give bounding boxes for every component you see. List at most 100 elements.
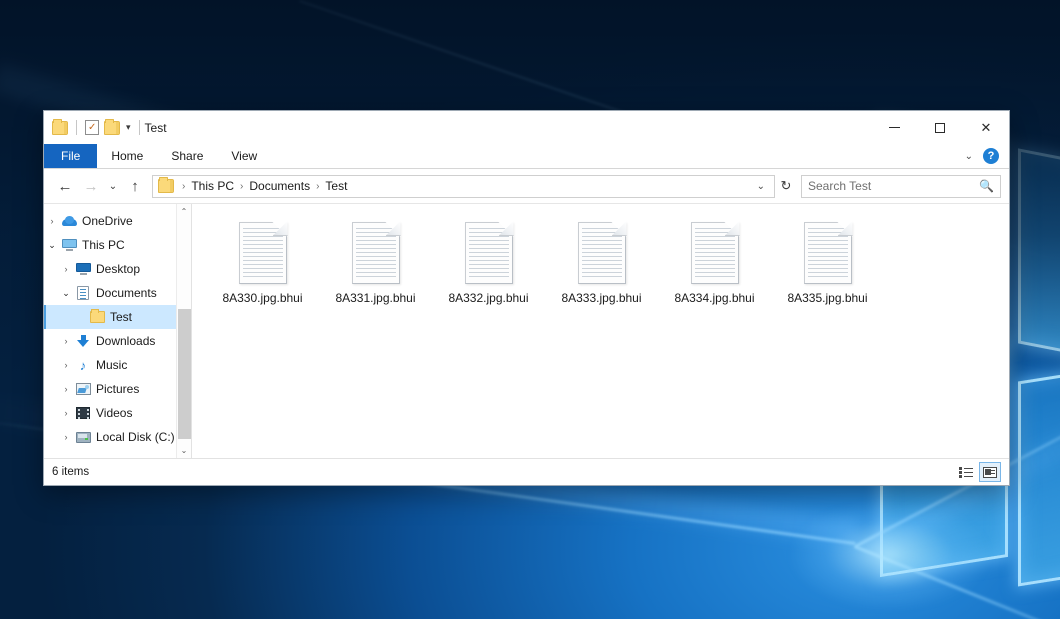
chevron-right-icon[interactable]: › (58, 384, 74, 394)
address-history-chevron-down-icon[interactable]: ⌄ (752, 181, 770, 192)
scrollbar-thumb[interactable] (178, 309, 191, 439)
file-item[interactable]: 8A333.jpg.bhui (545, 218, 658, 305)
film-strip-icon (76, 407, 90, 419)
file-item[interactable]: 8A334.jpg.bhui (658, 218, 771, 305)
expand-ribbon-chevron-down-icon[interactable]: ⌄ (965, 151, 973, 162)
sidebar-item-label: Music (96, 358, 127, 372)
breadcrumb-separator-1[interactable]: › (236, 181, 247, 192)
file-name-label: 8A335.jpg.bhui (787, 291, 867, 305)
chevron-right-icon[interactable]: › (58, 432, 74, 442)
sidebar-item-this-pc[interactable]: ⌄ This PC (44, 233, 191, 257)
chevron-down-icon[interactable]: ⌄ (58, 288, 74, 299)
sidebar-item-label: Pictures (96, 382, 139, 396)
sidebar-item-test[interactable]: Test (44, 305, 191, 329)
sidebar-item-downloads[interactable]: › Downloads (44, 329, 191, 353)
breadcrumb-test[interactable]: Test (323, 179, 349, 193)
sidebar-item-videos[interactable]: › Videos (44, 401, 191, 425)
forward-button: → (78, 173, 104, 199)
chevron-down-icon[interactable]: ⌄ (44, 240, 60, 251)
details-view-icon (959, 467, 973, 478)
sidebar-scrollbar[interactable]: ⌃ ⌄ (176, 204, 191, 458)
sidebar-item-desktop[interactable]: › Desktop (44, 257, 191, 281)
ribbon-right-controls: ⌄ ? (965, 144, 1009, 168)
breadcrumb-separator-2[interactable]: › (312, 181, 323, 192)
sidebar-item-documents[interactable]: ⌄Documents (44, 281, 191, 305)
sidebar-icon: ♪ (74, 359, 92, 372)
sidebar-item-label: Videos (96, 406, 132, 420)
file-item[interactable]: 8A331.jpg.bhui (319, 218, 432, 305)
tab-share[interactable]: Share (157, 144, 217, 168)
generic-file-icon (691, 222, 739, 284)
sidebar-item-label: This PC (82, 238, 125, 252)
sidebar-item-label: Downloads (96, 334, 155, 348)
title-bar: ✓ ▾ Test ✕ (44, 111, 1009, 144)
address-bar[interactable]: › This PC › Documents › Test ⌄ (152, 175, 775, 198)
file-name-label: 8A332.jpg.bhui (448, 291, 528, 305)
file-name-label: 8A333.jpg.bhui (561, 291, 641, 305)
chevron-right-icon[interactable]: › (58, 336, 74, 346)
file-item[interactable]: 8A330.jpg.bhui (206, 218, 319, 305)
help-icon[interactable]: ? (983, 148, 999, 164)
scrollbar-track[interactable] (177, 219, 192, 443)
desktop-monitor-icon (76, 263, 91, 275)
file-list-pane[interactable]: 8A330.jpg.bhui8A331.jpg.bhui 8A332.jpg.bh… (192, 204, 1009, 458)
sidebar-item-label: Desktop (96, 262, 140, 276)
new-folder-icon[interactable] (104, 121, 120, 135)
breadcrumb-separator-0[interactable]: › (178, 181, 189, 192)
chevron-right-icon[interactable]: › (58, 264, 74, 274)
sidebar-icon (60, 239, 78, 251)
close-button[interactable]: ✕ (963, 111, 1009, 144)
sidebar-icon (74, 383, 92, 395)
cloud-icon (62, 216, 77, 226)
navigation-tree: ›OneDrive⌄This PC›Desktop⌄DocumentsTest›… (44, 209, 191, 449)
details-view-button[interactable] (955, 462, 977, 482)
recent-locations-chevron-down-icon[interactable]: ⌄ (104, 173, 122, 199)
file-grid: 8A330.jpg.bhui8A331.jpg.bhui 8A332.jpg.bh… (206, 218, 1009, 305)
hard-drive-icon (76, 432, 91, 443)
sidebar-item-onedrive[interactable]: › OneDrive (44, 209, 191, 233)
large-icons-view-button[interactable] (979, 462, 1001, 482)
sidebar-item-music[interactable]: ›♪ Music (44, 353, 191, 377)
sidebar-item-local-disk-c[interactable]: › Local Disk (C:) (44, 425, 191, 449)
maximize-button[interactable] (917, 111, 963, 144)
sidebar-icon (60, 216, 78, 226)
chevron-right-icon[interactable]: › (58, 360, 74, 370)
chevron-down-icon[interactable]: ▾ (126, 122, 131, 133)
folder-icon[interactable] (52, 121, 68, 135)
scroll-up-arrow-icon[interactable]: ⌃ (177, 204, 192, 219)
address-bar-row: ← → ⌄ ↑ › This PC › Documents › Test ⌄ ↻… (44, 169, 1009, 203)
breadcrumb-this-pc[interactable]: This PC (189, 179, 236, 193)
sidebar-item-pictures[interactable]: › Pictures (44, 377, 191, 401)
explorer-body: ›OneDrive⌄This PC›Desktop⌄DocumentsTest›… (44, 203, 1009, 458)
ribbon-spacer (271, 144, 964, 168)
file-item[interactable]: 8A335.jpg.bhui (771, 218, 884, 305)
generic-file-icon (578, 222, 626, 284)
up-button[interactable]: ↑ (122, 173, 148, 199)
search-box[interactable]: Search Test 🔍 (801, 175, 1001, 198)
search-input[interactable]: Search Test (808, 179, 979, 193)
chevron-right-icon[interactable]: › (44, 216, 60, 226)
toolbar-separator (76, 120, 77, 135)
properties-checkbox-icon[interactable]: ✓ (85, 120, 99, 135)
scroll-down-arrow-icon[interactable]: ⌄ (177, 443, 192, 458)
address-folder-icon (158, 179, 174, 193)
quick-access-toolbar[interactable]: ✓ ▾ (52, 120, 143, 135)
breadcrumb-documents[interactable]: Documents (247, 179, 312, 193)
monitor-icon (62, 239, 77, 251)
generic-file-icon (239, 222, 287, 284)
sidebar-icon (74, 286, 92, 300)
refresh-button[interactable]: ↻ (775, 175, 797, 198)
tab-file[interactable]: File (44, 144, 97, 168)
back-button[interactable]: ← (52, 173, 78, 199)
tab-home[interactable]: Home (97, 144, 157, 168)
tab-view[interactable]: View (217, 144, 271, 168)
file-explorer-window: ✓ ▾ Test ✕ File Home Share View ⌄ ? ← → … (43, 110, 1010, 486)
sidebar-item-label: Local Disk (C:) (96, 430, 175, 444)
search-icon[interactable]: 🔍 (979, 179, 994, 193)
file-item[interactable]: 8A332.jpg.bhui (432, 218, 545, 305)
minimize-button[interactable] (871, 111, 917, 144)
item-count-label: 6 items (52, 466, 89, 478)
sidebar-item-label: OneDrive (82, 214, 133, 228)
chevron-right-icon[interactable]: › (58, 408, 74, 418)
large-icons-view-icon (983, 467, 997, 478)
